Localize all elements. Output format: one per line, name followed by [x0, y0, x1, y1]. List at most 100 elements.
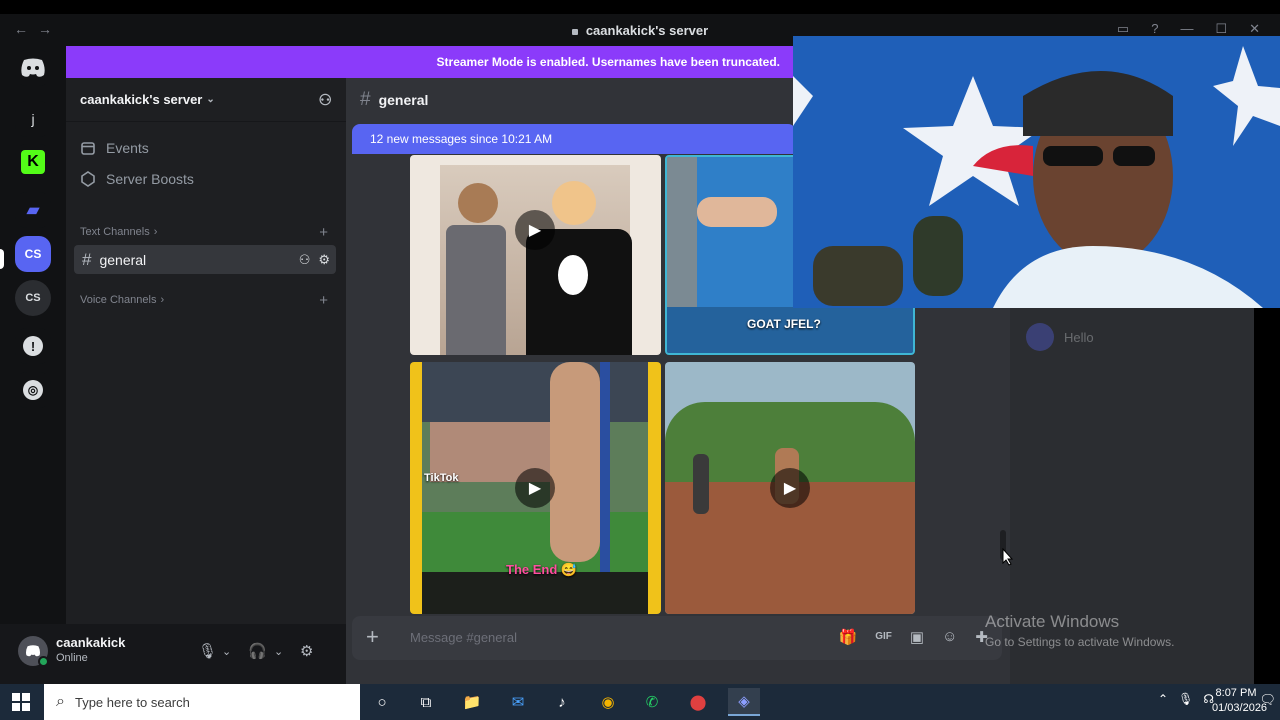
- help-icon[interactable]: ?: [1151, 21, 1158, 37]
- video-tile[interactable]: ▶: [665, 362, 915, 614]
- close-button[interactable]: ✕: [1249, 21, 1260, 37]
- screen: ← → caankakick's server ▭ ? — ☐ ✕ j K ▰ …: [0, 0, 1280, 720]
- webcam-overlay: [793, 36, 1280, 308]
- text-channels-category[interactable]: Text Channels ›: [80, 226, 157, 238]
- search-input[interactable]: Type here to search: [75, 695, 190, 710]
- alert-icon: !: [23, 336, 43, 356]
- maximize-button[interactable]: ☐: [1215, 21, 1227, 37]
- server-boosts-item[interactable]: Server Boosts: [80, 171, 194, 187]
- new-messages-bar[interactable]: 12 new messages since 10:21 AM: [352, 124, 796, 154]
- discover-button[interactable]: ◎: [15, 372, 51, 408]
- minimize-button[interactable]: —: [1180, 21, 1193, 37]
- server-icon-cs[interactable]: CS: [15, 280, 51, 316]
- gift-icon[interactable]: 🎁: [839, 628, 858, 646]
- microphone-icon[interactable]: 🎙: [1178, 692, 1193, 706]
- windows-start-icon[interactable]: [12, 693, 30, 711]
- video-tile[interactable]: ▶: [410, 155, 661, 355]
- server-header[interactable]: caankakick's server ⌄ ⚇: [66, 78, 346, 122]
- create-voice-channel-icon[interactable]: +: [319, 292, 328, 309]
- server-icon-kick[interactable]: K: [15, 144, 51, 180]
- server-icon-alert[interactable]: !: [15, 328, 51, 364]
- channel-settings-icon[interactable]: ⚙: [318, 252, 330, 268]
- ground-shape: [422, 572, 648, 614]
- message-composer: + Message #general 🎁 GIF ▣ ☺ ✚: [352, 616, 1002, 660]
- play-icon[interactable]: ▶: [770, 468, 810, 508]
- invite-people-icon[interactable]: ⚇: [319, 91, 332, 109]
- channel-general[interactable]: # general ⚇ ⚙: [74, 245, 336, 274]
- show-hidden-icons-icon[interactable]: ⌃: [1158, 692, 1168, 706]
- server-dot-icon: [571, 28, 578, 35]
- voice-channels-label: Voice Channels: [80, 294, 157, 306]
- attach-plus-icon[interactable]: +: [366, 624, 379, 650]
- chevron-down-icon: ⌄: [206, 94, 215, 105]
- headphones-icon[interactable]: 🎧: [248, 642, 267, 660]
- text-channels-label: Text Channels: [80, 226, 150, 238]
- chrome-icon[interactable]: ◉: [592, 688, 624, 716]
- activate-windows-subtitle: Go to Settings to activate Windows.: [985, 635, 1175, 649]
- server-name: caankakick's server: [80, 92, 203, 107]
- voice-channels-category[interactable]: Voice Channels ›: [80, 294, 164, 306]
- message-input[interactable]: Message #general: [410, 630, 517, 645]
- pool-floor: [667, 307, 913, 353]
- play-icon[interactable]: ▶: [515, 210, 555, 250]
- discord-avatar-icon: [26, 645, 40, 657]
- person-head: [458, 183, 498, 223]
- avatar[interactable]: [18, 636, 49, 667]
- tiktok-watermark: TikTok: [424, 472, 459, 484]
- clock-time: 8:07 PM: [1215, 687, 1257, 699]
- window-title-text: caankakick's server: [585, 23, 709, 38]
- activate-windows-watermark: Activate Windows Go to Settings to activ…: [985, 612, 1174, 649]
- file-explorer-icon[interactable]: 📁: [456, 688, 488, 716]
- online-status-icon: [38, 656, 49, 667]
- play-icon[interactable]: ▶: [515, 468, 555, 508]
- sticker-icon[interactable]: ▣: [910, 628, 924, 646]
- inbox-icon[interactable]: ▭: [1117, 21, 1129, 37]
- the-end-caption: The End 😅: [506, 562, 578, 577]
- arm-shape: [697, 197, 777, 227]
- server-icon-j[interactable]: j: [15, 101, 51, 137]
- server-folder-icon[interactable]: ▰: [15, 192, 51, 228]
- chevron-down-icon[interactable]: ⌄: [222, 645, 231, 658]
- video-tile[interactable]: TikTok The End 😅 ▶: [410, 362, 661, 614]
- new-messages-text: 12 new messages since 10:21 AM: [370, 132, 553, 146]
- person-body: [446, 225, 506, 355]
- gear-icon[interactable]: ⚙: [300, 642, 313, 660]
- mail-icon[interactable]: ✉: [502, 688, 534, 716]
- chat-channel-name: general: [378, 92, 429, 108]
- person-shape: [693, 454, 709, 514]
- task-view-icon[interactable]: ⧉: [410, 688, 442, 716]
- events-item[interactable]: Events: [80, 140, 149, 156]
- emoji-icon[interactable]: ☺: [942, 628, 957, 646]
- shirt-logo: [558, 255, 588, 295]
- discord-home-button[interactable]: [15, 50, 51, 86]
- channel-sidebar: caankakick's server ⌄ ⚇ Events Server Bo…: [66, 78, 346, 624]
- taskbar-clock[interactable]: 8:07 PM 01/03/2026: [1212, 686, 1268, 716]
- mouse-cursor-icon: [1002, 548, 1014, 566]
- streamer-mode-banner: Streamer Mode is enabled. Usernames have…: [66, 46, 796, 78]
- server-icon-cs-active[interactable]: CS: [15, 236, 51, 272]
- taskbar-search[interactable]: ⌕ Type here to search: [44, 684, 360, 720]
- discord-taskbar-icon[interactable]: ◈: [728, 688, 760, 716]
- user-panel: caankakick Online 🎙 ⌄ 🎧 ⌄ ⚙: [0, 624, 346, 684]
- member-name: Hello: [1064, 329, 1094, 345]
- cortana-icon[interactable]: ○: [366, 688, 398, 716]
- clock-date: 01/03/2026: [1212, 702, 1268, 714]
- create-invite-icon[interactable]: ⚇: [299, 252, 311, 268]
- username: caankakick: [56, 635, 126, 650]
- chevron-right-icon: ›: [153, 226, 158, 238]
- gif-icon[interactable]: GIF: [875, 628, 892, 646]
- person-head: [552, 181, 596, 225]
- whatsapp-icon[interactable]: ✆: [636, 688, 668, 716]
- kick-logo-icon: K: [21, 150, 45, 174]
- taskbar: ⌕ Type here to search ○ ⧉ 📁 ✉ ♪ ◉ ✆ ⬤ ◈ …: [0, 684, 1280, 720]
- create-text-channel-icon[interactable]: +: [319, 224, 328, 241]
- search-icon: ⌕: [56, 693, 65, 710]
- member-item[interactable]: Hello: [1026, 323, 1094, 351]
- hash-icon: #: [82, 249, 92, 269]
- microphone-icon[interactable]: 🎙: [198, 642, 217, 660]
- channel-tools: ⚇ ⚙: [299, 252, 330, 268]
- notification-icon[interactable]: 🗨: [1259, 692, 1276, 708]
- tiktok-icon[interactable]: ♪: [546, 688, 578, 716]
- obs-icon[interactable]: ⬤: [682, 688, 714, 716]
- chevron-down-icon[interactable]: ⌄: [274, 645, 283, 658]
